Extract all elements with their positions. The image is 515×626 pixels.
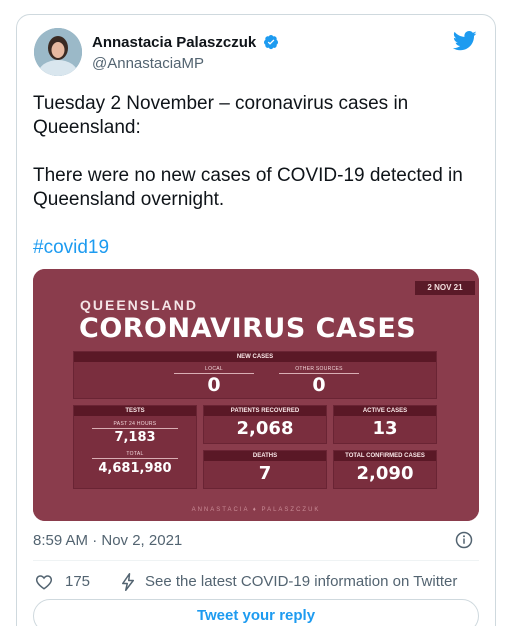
twitter-bird-icon[interactable] — [453, 31, 477, 51]
new-cases-header: NEW CASES — [74, 352, 436, 362]
tweet-image[interactable]: 2 NOV 21 QUEENSLAND CORONAVIRUS CASES NE… — [33, 269, 479, 521]
covid-info-link[interactable]: See the latest COVID-19 information on T… — [145, 573, 457, 590]
graphic-state: QUEENSLAND — [80, 297, 199, 313]
tweet-line-2: There were no new cases of COVID-19 dete… — [33, 165, 463, 210]
active-value: 13 — [372, 418, 398, 439]
tweet-your-reply-button[interactable]: Tweet your reply — [33, 599, 479, 626]
tweet-card: Annastacia Palaszczuk @AnnastaciaMP Tues… — [16, 14, 496, 626]
author-name[interactable]: Annastacia Palaszczuk — [92, 34, 279, 51]
recovered-value: 2,068 — [236, 418, 294, 439]
lightning-bolt-icon — [122, 573, 134, 591]
heart-icon[interactable] — [35, 573, 53, 591]
other-sources-value: 0 — [312, 374, 326, 396]
active-header: ACTIVE CASES — [334, 406, 436, 416]
date-tag: 2 NOV 21 — [415, 281, 475, 295]
past24-divider — [92, 428, 178, 429]
active-panel: ACTIVE CASES 13 — [333, 405, 437, 444]
tweet-text: Tuesday 2 November – coronavirus cases i… — [33, 92, 483, 260]
tests-header: TESTS — [74, 406, 196, 416]
tweet-timestamp[interactable]: 8:59 AM · Nov 2, 2021 — [33, 532, 182, 549]
tweet-line-1: Tuesday 2 November – coronavirus cases i… — [33, 93, 409, 138]
covid-graphic: 2 NOV 21 QUEENSLAND CORONAVIRUS CASES NE… — [33, 269, 479, 521]
total-tests-value: 4,681,980 — [98, 461, 172, 476]
divider — [33, 560, 479, 561]
deaths-panel: DEATHS 7 — [203, 450, 327, 489]
graphic-footer-brand: ANNASTACIA ♦ PALASZCZUK — [191, 507, 321, 513]
author-name-text[interactable]: Annastacia Palaszczuk — [92, 34, 256, 51]
hashtag-link[interactable]: #covid19 — [33, 237, 109, 258]
like-count[interactable]: 175 — [65, 573, 90, 590]
confirmed-value: 2,090 — [356, 463, 414, 484]
local-value: 0 — [207, 374, 221, 396]
action-row: 175 See the latest COVID-19 information … — [33, 571, 483, 593]
local-label: LOCAL — [205, 366, 223, 372]
past24-label: PAST 24 HOURS — [113, 421, 157, 427]
deaths-value: 7 — [258, 463, 272, 484]
deaths-header: DEATHS — [204, 451, 326, 461]
confirmed-panel: TOTAL CONFIRMED CASES 2,090 — [333, 450, 437, 489]
past24-value: 7,183 — [114, 430, 156, 445]
recovered-panel: PATIENTS RECOVERED 2,068 — [203, 405, 327, 444]
info-icon[interactable] — [455, 531, 473, 549]
recovered-header: PATIENTS RECOVERED — [204, 406, 326, 416]
other-sources-label: OTHER SOURCES — [295, 366, 343, 372]
graphic-headline: CORONAVIRUS CASES — [79, 313, 417, 344]
avatar[interactable] — [34, 28, 82, 76]
confirmed-header: TOTAL CONFIRMED CASES — [334, 451, 436, 461]
author-handle[interactable]: @AnnastaciaMP — [92, 55, 204, 72]
total-tests-divider — [92, 458, 178, 459]
verified-badge-icon — [264, 35, 279, 50]
new-cases-panel: NEW CASES LOCAL 0 OTHER SOURCES 0 — [73, 351, 437, 399]
tests-panel: TESTS PAST 24 HOURS 7,183 TOTAL 4,681,98… — [73, 405, 197, 489]
total-tests-label: TOTAL — [126, 451, 144, 457]
